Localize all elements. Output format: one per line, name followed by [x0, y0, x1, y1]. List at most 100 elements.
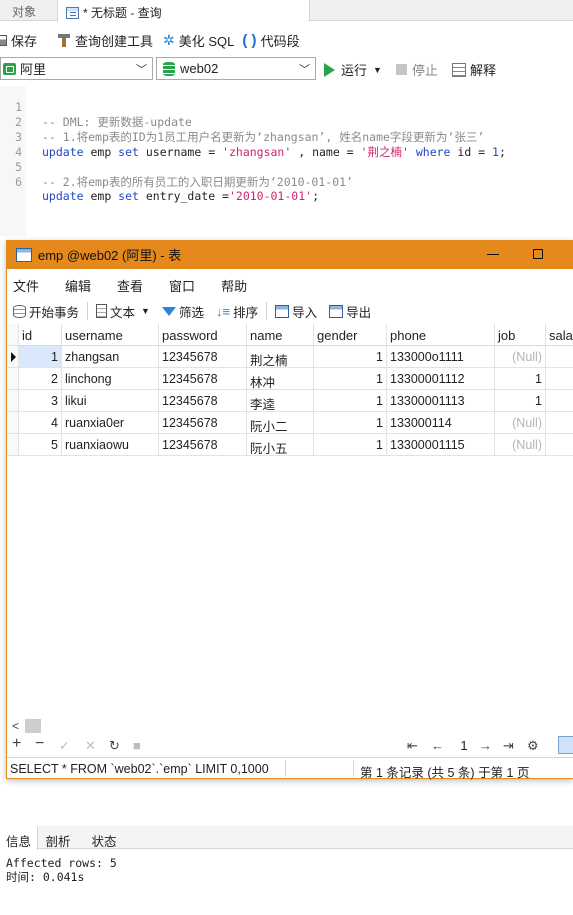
table-row[interactable]: 1 zhangsan 12345678 荆之楠 1 133000o1111 (Null)	[7, 346, 573, 368]
cell-username[interactable]: ruanxiaowu	[62, 434, 159, 456]
connection-select[interactable]: 阿里 ﹀	[0, 57, 153, 80]
cell-job[interactable]: 1	[495, 390, 546, 412]
stop-square-icon[interactable]: ■	[133, 738, 141, 753]
export-button[interactable]: 导出	[329, 302, 371, 321]
import-button[interactable]: 导入	[275, 302, 317, 321]
table-row[interactable]: 5 ruanxiaowu 12345678 阮小五 1 13300001115 (Null)	[7, 434, 573, 456]
cell-password[interactable]: 12345678	[159, 346, 247, 368]
cell-username[interactable]: linchong	[62, 368, 159, 390]
sort-button[interactable]: ↓≡ 排序	[216, 302, 258, 321]
column-header-password[interactable]: password	[159, 324, 247, 346]
column-header-name[interactable]: name	[247, 324, 314, 346]
column-header-username[interactable]: username	[62, 324, 159, 346]
cell-gender[interactable]: 1	[314, 390, 387, 412]
previous-page-icon[interactable]: ←	[431, 738, 444, 753]
first-page-icon[interactable]: ⇤	[407, 738, 418, 754]
discard-x-icon[interactable]: ✕	[85, 738, 96, 754]
menu-help[interactable]: 帮助	[221, 273, 247, 295]
cell-phone[interactable]: 133000114	[387, 412, 495, 434]
cell-gender[interactable]: 1	[314, 368, 387, 390]
cell-phone[interactable]: 133000o1111	[387, 346, 495, 368]
table-row[interactable]: 3 likui 12345678 李逵 1 13300001113 1	[7, 390, 573, 412]
cell-name[interactable]: 李逵	[247, 390, 314, 412]
cell-job[interactable]: 1	[495, 368, 546, 390]
window-title-bar[interactable]: emp @web02 (阿里) - 表	[7, 240, 573, 269]
cell-id[interactable]: 1	[19, 346, 62, 368]
text-button[interactable]: 文本 ▼	[96, 302, 150, 321]
last-page-icon[interactable]: ⇥	[503, 738, 514, 754]
cell-phone[interactable]: 13300001113	[387, 390, 495, 412]
scroll-thumb[interactable]	[25, 719, 41, 733]
filter-button[interactable]: 筛选	[161, 302, 204, 321]
row-selector[interactable]	[7, 434, 19, 456]
query-builder-button[interactable]: 查询创建工具	[57, 28, 159, 52]
cell-job[interactable]: (Null)	[495, 434, 546, 456]
cell-username[interactable]: likui	[62, 390, 159, 412]
cell-username[interactable]: ruanxia0er	[62, 412, 159, 434]
tab-status[interactable]: 状态	[82, 826, 126, 849]
column-header-salary[interactable]: salar	[546, 324, 573, 346]
scroll-left-icon[interactable]: <	[12, 719, 19, 733]
cell-name[interactable]: 荆之楠	[247, 346, 314, 368]
cell-id[interactable]: 3	[19, 390, 62, 412]
cell-name[interactable]: 林冲	[247, 368, 314, 390]
minimize-icon[interactable]	[487, 254, 499, 255]
row-selector[interactable]	[7, 368, 19, 390]
cell-phone[interactable]: 13300001112	[387, 368, 495, 390]
run-dropdown-arrow[interactable]: ▼	[373, 65, 382, 75]
column-header-phone[interactable]: phone	[387, 324, 495, 346]
current-row-indicator-icon[interactable]	[7, 346, 19, 368]
code-snippet-button[interactable]: ( ) 代码段	[242, 28, 305, 52]
apply-check-icon[interactable]: ✓	[59, 738, 70, 754]
column-header-id[interactable]: id	[19, 324, 62, 346]
database-select[interactable]: web02 ﹀	[156, 57, 316, 80]
explain-button[interactable]: 解释	[470, 60, 496, 79]
cell-password[interactable]: 12345678	[159, 412, 247, 434]
sql-editor[interactable]: 1 -- DML: 更新数据-update 2 -- 1.将emp表的ID为1员…	[0, 86, 573, 236]
column-header-job[interactable]: job	[495, 324, 546, 346]
next-page-icon[interactable]: →	[479, 738, 492, 753]
cell-password[interactable]: 12345678	[159, 390, 247, 412]
row-selector[interactable]	[7, 390, 19, 412]
cell-username[interactable]: zhangsan	[62, 346, 159, 368]
beautify-sql-button[interactable]: ✲ 美化 SQL	[163, 28, 240, 52]
column-header-gender[interactable]: gender	[314, 324, 387, 346]
menu-edit[interactable]: 编辑	[65, 273, 91, 295]
run-button[interactable]: 运行	[341, 60, 367, 79]
table-row[interactable]: 2 linchong 12345678 林冲 1 13300001112 1	[7, 368, 573, 390]
begin-transaction-button[interactable]: 开始事务	[13, 302, 79, 321]
cell-job[interactable]: (Null)	[495, 412, 546, 434]
cell-id[interactable]: 5	[19, 434, 62, 456]
menu-view[interactable]: 查看	[117, 273, 143, 295]
cell-gender[interactable]: 1	[314, 412, 387, 434]
add-record-icon[interactable]: +	[12, 735, 21, 753]
tab-profile[interactable]: 剖析	[38, 826, 78, 849]
row-selector[interactable]	[7, 412, 19, 434]
page-number-input[interactable]: 1	[453, 737, 475, 755]
maximize-icon[interactable]	[533, 249, 543, 259]
menu-file[interactable]: 文件	[13, 273, 39, 295]
save-button[interactable]: 保存	[0, 28, 43, 52]
cell-salary[interactable]	[546, 368, 573, 390]
cell-name[interactable]: 阮小五	[247, 434, 314, 456]
table-row[interactable]: 4 ruanxia0er 12345678 阮小二 1 133000114 (Null)	[7, 412, 573, 434]
menu-window[interactable]: 窗口	[169, 273, 195, 295]
tab-query[interactable]: * 无标题 - 查询	[57, 0, 310, 22]
grid-view-icon[interactable]	[558, 736, 573, 754]
settings-gear-icon[interactable]: ⚙	[527, 738, 539, 754]
horizontal-scrollbar[interactable]: <	[7, 717, 573, 735]
cell-salary[interactable]	[546, 434, 573, 456]
cell-id[interactable]: 4	[19, 412, 62, 434]
refresh-icon[interactable]: ↻	[109, 738, 120, 754]
delete-record-icon[interactable]: −	[35, 735, 44, 753]
cell-password[interactable]: 12345678	[159, 368, 247, 390]
cell-phone[interactable]: 13300001115	[387, 434, 495, 456]
cell-name[interactable]: 阮小二	[247, 412, 314, 434]
tab-message[interactable]: 信息	[0, 826, 38, 850]
tab-objects[interactable]: 对象	[0, 0, 57, 21]
stop-button[interactable]: 停止	[412, 60, 438, 79]
cell-salary[interactable]	[546, 346, 573, 368]
cell-salary[interactable]	[546, 412, 573, 434]
cell-salary[interactable]	[546, 390, 573, 412]
cell-gender[interactable]: 1	[314, 346, 387, 368]
